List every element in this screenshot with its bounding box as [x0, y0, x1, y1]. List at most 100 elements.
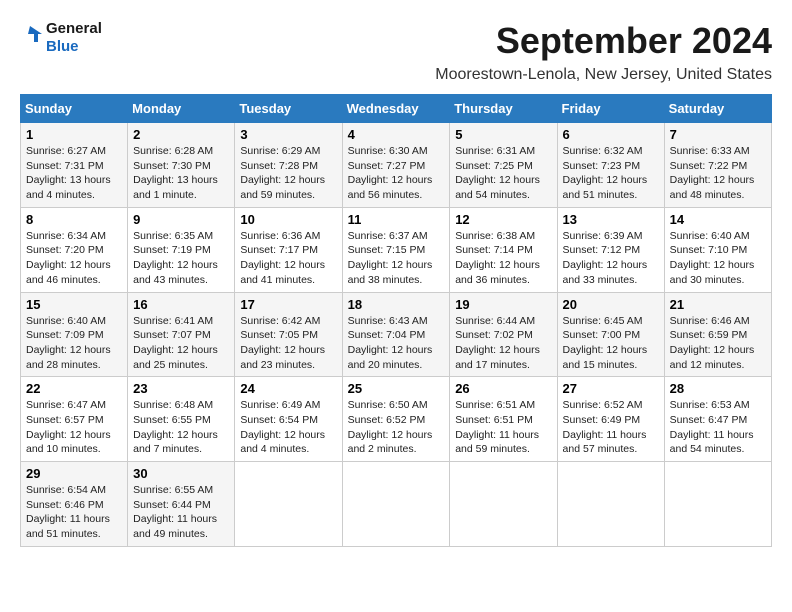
day-number: 30 — [133, 466, 229, 481]
day-info: Sunrise: 6:37 AM Sunset: 7:15 PM Dayligh… — [348, 229, 445, 288]
day-info: Sunrise: 6:47 AM Sunset: 6:57 PM Dayligh… — [26, 398, 122, 457]
calendar-day-cell: 15 Sunrise: 6:40 AM Sunset: 7:09 PM Dayli… — [21, 292, 128, 377]
calendar-day-header: Wednesday — [342, 95, 450, 123]
calendar-header-row: SundayMondayTuesdayWednesdayThursdayFrid… — [21, 95, 772, 123]
day-info: Sunrise: 6:51 AM Sunset: 6:51 PM Dayligh… — [455, 398, 551, 457]
calendar-table: SundayMondayTuesdayWednesdayThursdayFrid… — [20, 94, 772, 547]
day-number: 13 — [563, 212, 659, 227]
calendar-day-cell: 19Sunrise: 6:44 AM Sunset: 7:02 PM Dayli… — [450, 292, 557, 377]
calendar-day-cell — [557, 462, 664, 547]
day-info: Sunrise: 6:52 AM Sunset: 6:49 PM Dayligh… — [563, 398, 659, 457]
day-number: 15 — [26, 297, 122, 312]
calendar-day-cell: 25 Sunrise: 6:50 AM Sunset: 6:52 PM Dayli… — [342, 377, 450, 462]
month-title: September 2024 — [496, 20, 772, 62]
day-number: 6 — [563, 127, 659, 142]
day-info: Sunrise: 6:50 AM Sunset: 6:52 PM Dayligh… — [348, 398, 445, 457]
day-info: Sunrise: 6:27 AM Sunset: 7:31 PM Dayligh… — [26, 144, 122, 203]
day-number: 1 — [26, 127, 122, 142]
calendar-day-header: Thursday — [450, 95, 557, 123]
calendar-day-header: Saturday — [664, 95, 771, 123]
logo-bird-icon — [20, 24, 42, 52]
calendar-day-cell: 30 Sunrise: 6:55 AM Sunset: 6:44 PM Dayli… — [128, 462, 235, 547]
calendar-week-row: 22 Sunrise: 6:47 AM Sunset: 6:57 PM Dayli… — [21, 377, 772, 462]
day-info: Sunrise: 6:55 AM Sunset: 6:44 PM Dayligh… — [133, 483, 229, 542]
day-number: 11 — [348, 212, 445, 227]
day-info: Sunrise: 6:29 AM Sunset: 7:28 PM Dayligh… — [240, 144, 336, 203]
calendar-day-header: Tuesday — [235, 95, 342, 123]
calendar-day-cell: 8 Sunrise: 6:34 AM Sunset: 7:20 PM Daylig… — [21, 207, 128, 292]
day-number: 18 — [348, 297, 445, 312]
day-info: Sunrise: 6:41 AM Sunset: 7:07 PM Dayligh… — [133, 314, 229, 373]
day-info: Sunrise: 6:49 AM Sunset: 6:54 PM Dayligh… — [240, 398, 336, 457]
calendar-day-cell: 24 Sunrise: 6:49 AM Sunset: 6:54 PM Dayli… — [235, 377, 342, 462]
calendar-day-cell: 28 Sunrise: 6:53 AM Sunset: 6:47 PM Dayli… — [664, 377, 771, 462]
logo-line1: General — [46, 20, 102, 38]
day-number: 5 — [455, 127, 551, 142]
day-number: 25 — [348, 381, 445, 396]
calendar-week-row: 29 Sunrise: 6:54 AM Sunset: 6:46 PM Dayli… — [21, 462, 772, 547]
calendar-day-cell — [235, 462, 342, 547]
day-number: 3 — [240, 127, 336, 142]
logo-line2: Blue — [46, 38, 102, 56]
day-number: 29 — [26, 466, 122, 481]
calendar-day-cell: 10 Sunrise: 6:36 AM Sunset: 7:17 PM Dayli… — [235, 207, 342, 292]
logo: General Blue — [20, 20, 102, 56]
day-number: 20 — [563, 297, 659, 312]
calendar-week-row: 15 Sunrise: 6:40 AM Sunset: 7:09 PM Dayli… — [21, 292, 772, 377]
day-info: Sunrise: 6:39 AM Sunset: 7:12 PM Dayligh… — [563, 229, 659, 288]
day-number: 23 — [133, 381, 229, 396]
day-number: 8 — [26, 212, 122, 227]
calendar-day-header: Friday — [557, 95, 664, 123]
calendar-day-cell: 23 Sunrise: 6:48 AM Sunset: 6:55 PM Dayli… — [128, 377, 235, 462]
calendar-day-cell: 5 Sunrise: 6:31 AM Sunset: 7:25 PM Daylig… — [450, 123, 557, 208]
day-info: Sunrise: 6:34 AM Sunset: 7:20 PM Dayligh… — [26, 229, 122, 288]
day-info: Sunrise: 6:28 AM Sunset: 7:30 PM Dayligh… — [133, 144, 229, 203]
calendar-day-cell — [664, 462, 771, 547]
calendar-day-header: Sunday — [21, 95, 128, 123]
calendar-day-cell: 20Sunrise: 6:45 AM Sunset: 7:00 PM Dayli… — [557, 292, 664, 377]
calendar-day-cell: 9Sunrise: 6:35 AM Sunset: 7:19 PM Daylig… — [128, 207, 235, 292]
calendar-day-cell: 6 Sunrise: 6:32 AM Sunset: 7:23 PM Daylig… — [557, 123, 664, 208]
day-number: 7 — [670, 127, 766, 142]
day-info: Sunrise: 6:54 AM Sunset: 6:46 PM Dayligh… — [26, 483, 122, 542]
calendar-day-cell: 7 Sunrise: 6:33 AM Sunset: 7:22 PM Daylig… — [664, 123, 771, 208]
day-info: Sunrise: 6:46 AM Sunset: 6:59 PM Dayligh… — [670, 314, 766, 373]
day-number: 10 — [240, 212, 336, 227]
day-number: 17 — [240, 297, 336, 312]
day-number: 9 — [133, 212, 229, 227]
calendar-day-cell: 27 Sunrise: 6:52 AM Sunset: 6:49 PM Dayli… — [557, 377, 664, 462]
calendar-day-cell: 17Sunrise: 6:42 AM Sunset: 7:05 PM Dayli… — [235, 292, 342, 377]
day-number: 16 — [133, 297, 229, 312]
day-info: Sunrise: 6:31 AM Sunset: 7:25 PM Dayligh… — [455, 144, 551, 203]
calendar-day-cell: 26 Sunrise: 6:51 AM Sunset: 6:51 PM Dayli… — [450, 377, 557, 462]
calendar-day-cell: 22 Sunrise: 6:47 AM Sunset: 6:57 PM Dayli… — [21, 377, 128, 462]
day-number: 28 — [670, 381, 766, 396]
day-info: Sunrise: 6:40 AM Sunset: 7:10 PM Dayligh… — [670, 229, 766, 288]
calendar-week-row: 1 Sunrise: 6:27 AM Sunset: 7:31 PM Daylig… — [21, 123, 772, 208]
day-info: Sunrise: 6:32 AM Sunset: 7:23 PM Dayligh… — [563, 144, 659, 203]
day-info: Sunrise: 6:44 AM Sunset: 7:02 PM Dayligh… — [455, 314, 551, 373]
day-number: 22 — [26, 381, 122, 396]
day-number: 14 — [670, 212, 766, 227]
calendar-day-cell: 4Sunrise: 6:30 AM Sunset: 7:27 PM Daylig… — [342, 123, 450, 208]
day-number: 27 — [563, 381, 659, 396]
day-number: 24 — [240, 381, 336, 396]
day-info: Sunrise: 6:40 AM Sunset: 7:09 PM Dayligh… — [26, 314, 122, 373]
day-info: Sunrise: 6:53 AM Sunset: 6:47 PM Dayligh… — [670, 398, 766, 457]
location: Moorestown-Lenola, New Jersey, United St… — [20, 66, 772, 84]
calendar-day-cell: 1 Sunrise: 6:27 AM Sunset: 7:31 PM Daylig… — [21, 123, 128, 208]
calendar-day-cell — [450, 462, 557, 547]
calendar-day-cell: 12Sunrise: 6:38 AM Sunset: 7:14 PM Dayli… — [450, 207, 557, 292]
day-info: Sunrise: 6:36 AM Sunset: 7:17 PM Dayligh… — [240, 229, 336, 288]
calendar-week-row: 8 Sunrise: 6:34 AM Sunset: 7:20 PM Daylig… — [21, 207, 772, 292]
day-number: 26 — [455, 381, 551, 396]
calendar-day-header: Monday — [128, 95, 235, 123]
day-info: Sunrise: 6:30 AM Sunset: 7:27 PM Dayligh… — [348, 144, 445, 203]
day-info: Sunrise: 6:48 AM Sunset: 6:55 PM Dayligh… — [133, 398, 229, 457]
calendar-day-cell: 11 Sunrise: 6:37 AM Sunset: 7:15 PM Dayli… — [342, 207, 450, 292]
calendar-day-cell: 21Sunrise: 6:46 AM Sunset: 6:59 PM Dayli… — [664, 292, 771, 377]
calendar-day-cell: 3 Sunrise: 6:29 AM Sunset: 7:28 PM Daylig… — [235, 123, 342, 208]
day-info: Sunrise: 6:33 AM Sunset: 7:22 PM Dayligh… — [670, 144, 766, 203]
calendar-day-cell: 2Sunrise: 6:28 AM Sunset: 7:30 PM Daylig… — [128, 123, 235, 208]
calendar-day-cell: 14 Sunrise: 6:40 AM Sunset: 7:10 PM Dayli… — [664, 207, 771, 292]
